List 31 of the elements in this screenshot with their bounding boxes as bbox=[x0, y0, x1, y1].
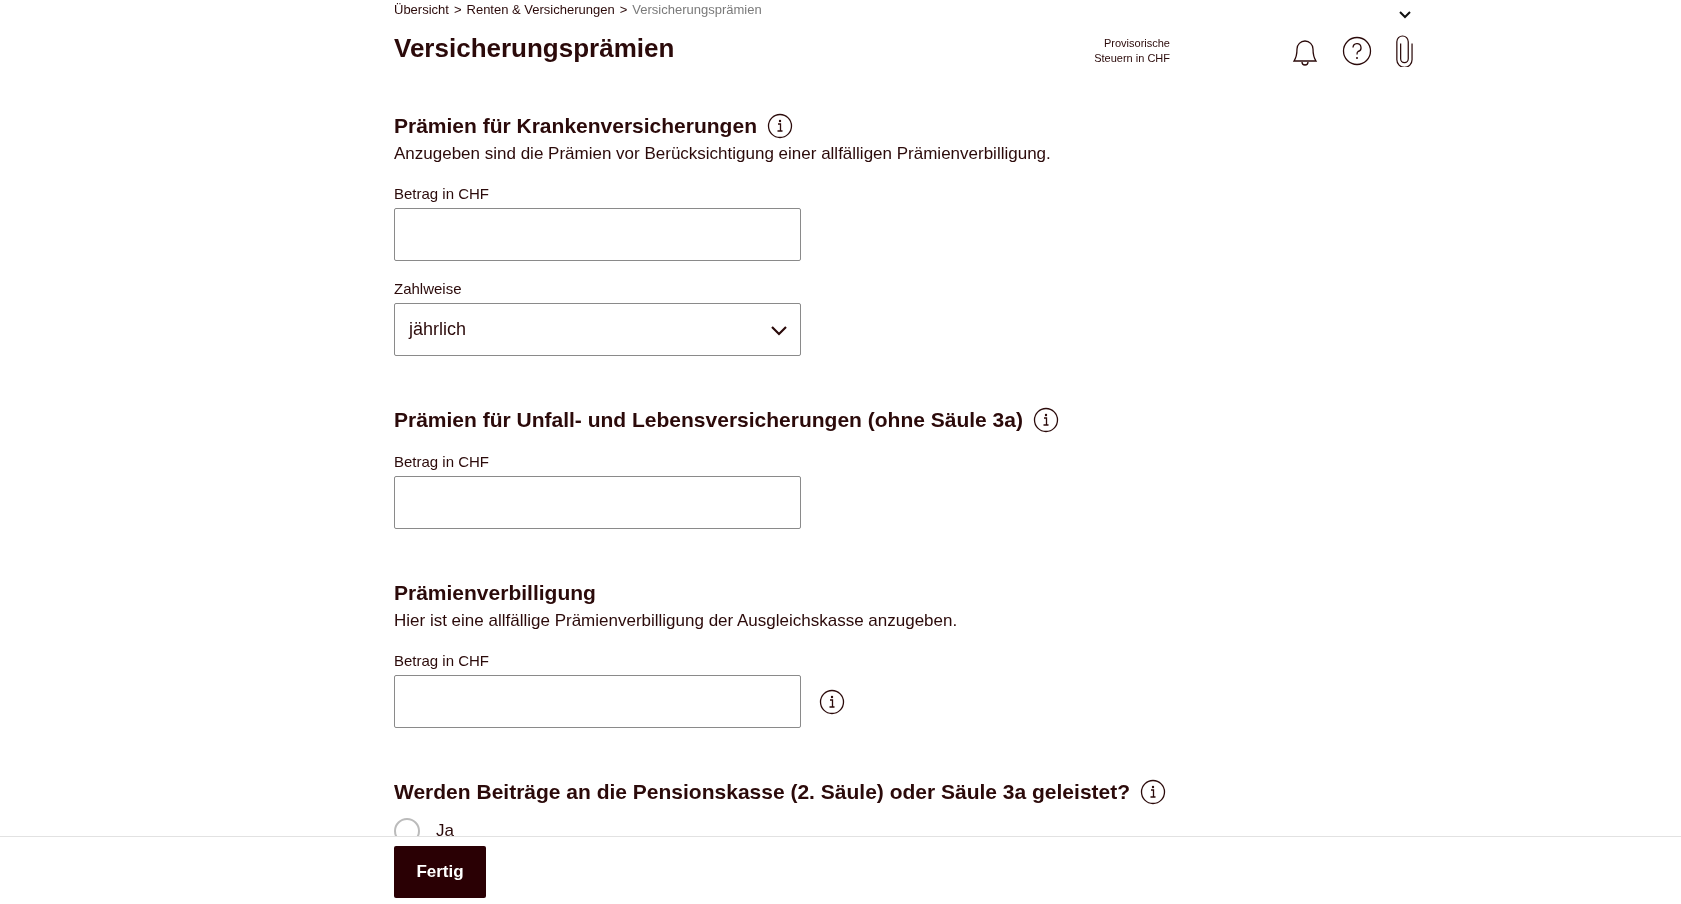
amount-input[interactable] bbox=[394, 476, 801, 529]
info-icon[interactable] bbox=[1140, 779, 1167, 805]
amount-input[interactable] bbox=[394, 675, 801, 728]
help-icon[interactable] bbox=[1342, 36, 1372, 66]
field-label: Betrag in CHF bbox=[394, 452, 491, 472]
chevron-down-icon bbox=[770, 323, 788, 336]
amount-input[interactable] bbox=[394, 208, 801, 261]
field-label: Betrag in CHF bbox=[394, 651, 491, 671]
radio-label: Ja bbox=[436, 820, 454, 836]
section-description: Hier ist eine allfällige Prämienverbilligung der Ausgleichskasse anzugeben. bbox=[394, 610, 959, 632]
section-description: Anzugeben sind die Prämien vor Berücksichtigung einer allfälligen Prämienverbilligung. bbox=[394, 143, 1052, 165]
field-label: Betrag in CHF bbox=[394, 184, 491, 204]
done-button[interactable]: Fertig bbox=[394, 846, 486, 898]
section-heading: Prämien für Krankenversicherungen bbox=[394, 113, 757, 139]
breadcrumb-separator: > bbox=[619, 1, 628, 19]
info-icon[interactable] bbox=[1032, 407, 1059, 433]
section-heading: Prämien für Unfall- und Lebensversicherungen (ohne Säule 3a) bbox=[394, 407, 1023, 433]
chevron-down-icon[interactable] bbox=[1398, 10, 1412, 20]
provisional-tax-label: Steuern in CHF bbox=[1094, 51, 1170, 66]
breadcrumb-link[interactable]: Renten & Versicherungen bbox=[466, 0, 615, 20]
section-heading: Prämienverbilligung bbox=[394, 580, 596, 606]
breadcrumb-separator: > bbox=[453, 1, 462, 19]
info-icon[interactable] bbox=[766, 113, 793, 139]
breadcrumb-link[interactable]: Übersicht bbox=[394, 0, 449, 20]
paperclip-icon[interactable] bbox=[1394, 35, 1416, 67]
payment-select[interactable]: jährlich bbox=[394, 303, 801, 356]
field-label: Zahlweise bbox=[394, 279, 463, 299]
info-icon[interactable] bbox=[819, 688, 845, 715]
page-title: Versicherungsprämien bbox=[394, 32, 676, 64]
section-heading: Werden Beiträge an die Pensionskasse (2. Säule) oder Säule 3a geleistet? bbox=[394, 779, 1131, 805]
provisional-tax-label: Provisorische bbox=[1103, 36, 1170, 51]
